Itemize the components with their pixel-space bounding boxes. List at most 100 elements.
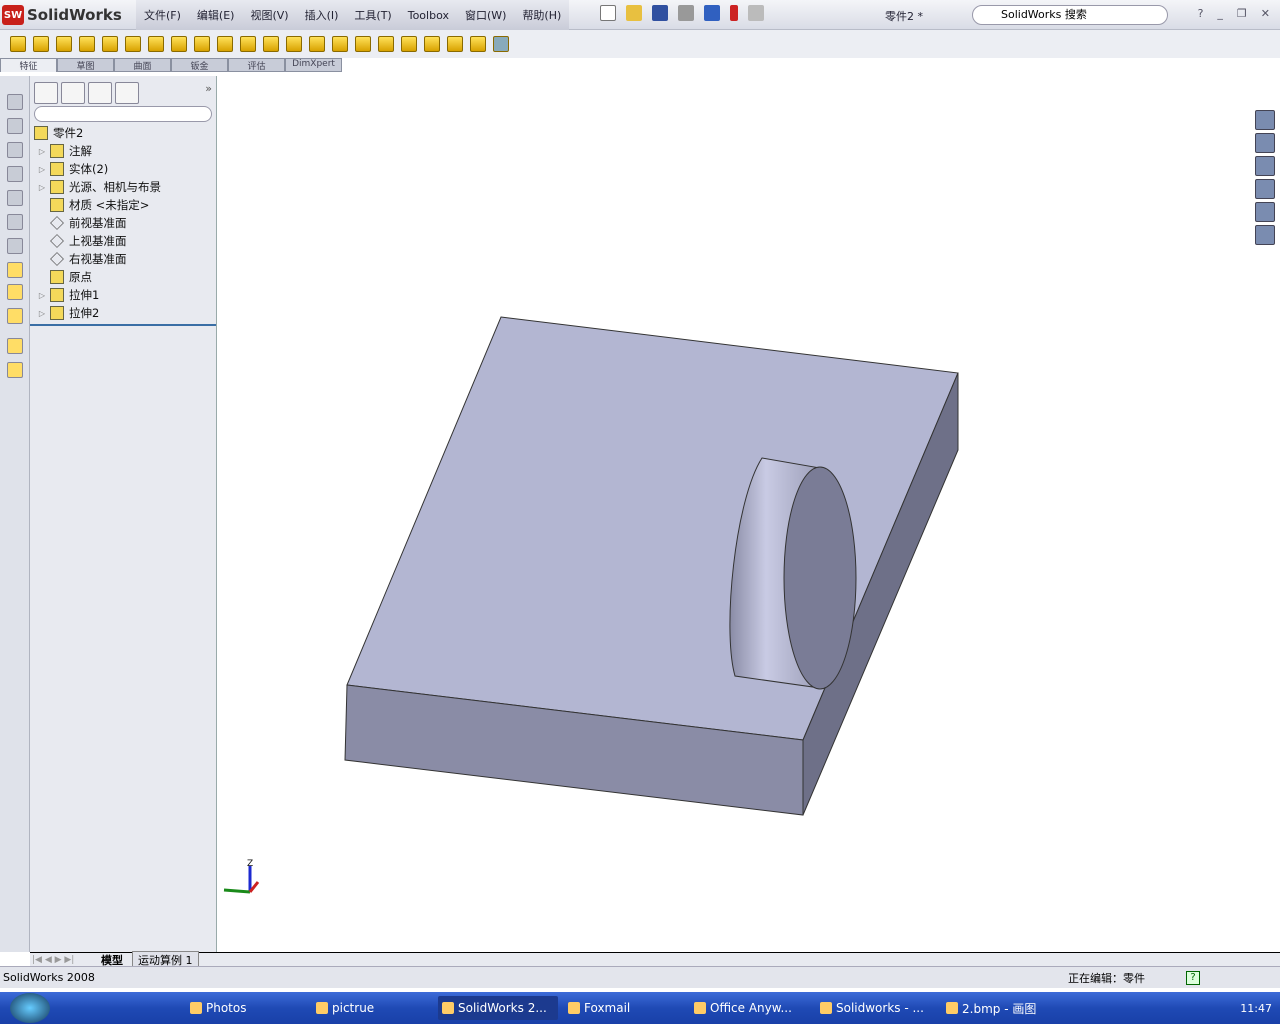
tab-scroll-arrows[interactable]: |◀ ◀ ▶ ▶|	[32, 955, 92, 965]
hole-wizard-icon[interactable]	[125, 36, 141, 52]
view-iso-icon[interactable]	[7, 238, 23, 254]
expand-chevron-icon[interactable]: »	[205, 82, 212, 98]
pattern-icon[interactable]	[263, 36, 279, 52]
extruded-boss-icon[interactable]	[10, 36, 26, 52]
file-explorer-icon[interactable]	[1255, 156, 1275, 176]
swept-cut-icon[interactable]	[171, 36, 187, 52]
menu-insert[interactable]: 插入(I)	[297, 7, 347, 23]
tree-item[interactable]: ▷ 光源、相机与布景	[34, 178, 216, 196]
taskbar-item[interactable]: 2.bmp - 画图	[942, 996, 1062, 1020]
tree-item[interactable]: ▷ 注解	[34, 142, 216, 160]
clock[interactable]: 11:47	[1240, 1002, 1272, 1015]
solidworks-logo[interactable]: SW SolidWorks	[2, 3, 126, 27]
combine-icon[interactable]	[447, 36, 463, 52]
rebuild-icon[interactable]	[730, 5, 738, 21]
revolve-icon[interactable]	[33, 36, 49, 52]
view-front-icon[interactable]	[7, 94, 23, 110]
open-icon[interactable]	[626, 5, 642, 21]
cut-icon[interactable]	[7, 362, 23, 378]
restore-icon[interactable]: ❐	[1237, 7, 1247, 20]
relations-icon[interactable]	[7, 308, 23, 324]
expand-arrow-icon[interactable]: ▷	[34, 147, 50, 156]
tree-item[interactable]: 前视基准面	[34, 214, 216, 232]
instant3d-icon[interactable]	[493, 36, 509, 52]
tab-dimxpert[interactable]: DimXpert	[285, 58, 342, 72]
tree-item[interactable]: 材质 <未指定>	[34, 196, 216, 214]
tab-sketch[interactable]: 草图	[57, 58, 114, 72]
tree-root[interactable]: 零件2	[34, 124, 216, 142]
expand-arrow-icon[interactable]: ▷	[34, 183, 50, 192]
shell-icon[interactable]	[332, 36, 348, 52]
help-icon[interactable]: ?	[1198, 7, 1204, 20]
wrap-icon[interactable]	[355, 36, 371, 52]
tree-item[interactable]: ▷ 拉伸2	[34, 304, 216, 322]
search-results-icon[interactable]	[1255, 179, 1275, 199]
tab-features[interactable]: 特征	[0, 58, 57, 72]
print-icon[interactable]	[678, 5, 694, 21]
dimxpert-manager-tab-icon[interactable]	[115, 82, 139, 104]
tree-item[interactable]: 右视基准面	[34, 250, 216, 268]
menu-tools[interactable]: 工具(T)	[346, 7, 399, 23]
options-icon[interactable]	[748, 5, 764, 21]
appearances-icon[interactable]	[1255, 225, 1275, 245]
taskbar-item[interactable]: pictrue	[312, 996, 432, 1020]
taskbar-item[interactable]: Office Anyw...	[690, 996, 810, 1020]
extruded-cut-icon[interactable]	[102, 36, 118, 52]
view-top-icon[interactable]	[7, 190, 23, 206]
menu-window[interactable]: 窗口(W)	[457, 7, 514, 23]
view-palette-icon[interactable]	[1255, 202, 1275, 222]
menu-file[interactable]: 文件(F)	[136, 7, 189, 23]
start-button[interactable]	[10, 993, 50, 1023]
configuration-manager-tab-icon[interactable]	[88, 82, 112, 104]
view-bottom-icon[interactable]	[7, 214, 23, 230]
view-left-icon[interactable]	[7, 142, 23, 158]
sweep-icon[interactable]	[56, 36, 72, 52]
design-library-icon[interactable]	[1255, 133, 1275, 153]
flex-icon[interactable]	[401, 36, 417, 52]
block-top-face[interactable]	[346, 316, 959, 741]
sketch-icon[interactable]	[7, 262, 23, 278]
view-back-icon[interactable]	[7, 118, 23, 134]
rollback-bar[interactable]	[30, 324, 216, 326]
rib-icon[interactable]	[286, 36, 302, 52]
chamfer-icon[interactable]	[240, 36, 256, 52]
home-icon[interactable]	[1255, 110, 1275, 130]
dome-icon[interactable]	[378, 36, 394, 52]
taskbar-item[interactable]: Photos	[186, 996, 306, 1020]
draft-icon[interactable]	[309, 36, 325, 52]
menu-view[interactable]: 视图(V)	[242, 7, 296, 23]
tree-item[interactable]: 上视基准面	[34, 232, 216, 250]
menu-toolbox[interactable]: Toolbox	[400, 9, 457, 22]
cylinder-end-face[interactable]	[783, 466, 857, 690]
undo-icon[interactable]	[704, 5, 720, 21]
extrude-icon[interactable]	[7, 338, 23, 354]
menu-help[interactable]: 帮助(H)	[514, 7, 569, 23]
tab-evaluate[interactable]: 评估	[228, 58, 285, 72]
tab-surfaces[interactable]: 曲面	[114, 58, 171, 72]
tree-item[interactable]: ▷ 实体(2)	[34, 160, 216, 178]
loft-icon[interactable]	[79, 36, 95, 52]
expand-arrow-icon[interactable]: ▷	[34, 291, 50, 300]
graphics-area[interactable]: Z	[218, 76, 1280, 952]
tree-item[interactable]: 原点	[34, 268, 216, 286]
tree-item[interactable]: ▷ 拉伸1	[34, 286, 216, 304]
smart-dimension-icon[interactable]	[7, 284, 23, 300]
close-icon[interactable]: ✕	[1261, 7, 1270, 20]
revolved-cut-icon[interactable]	[148, 36, 164, 52]
save-icon[interactable]	[652, 5, 668, 21]
view-right-icon[interactable]	[7, 166, 23, 182]
curves-icon[interactable]	[470, 36, 486, 52]
expand-arrow-icon[interactable]: ▷	[34, 309, 50, 318]
taskbar-item[interactable]: Foxmail	[564, 996, 684, 1020]
quick-tips-help-icon[interactable]: ?	[1186, 970, 1200, 985]
search-input[interactable]: SolidWorks 搜索	[972, 5, 1168, 25]
new-icon[interactable]	[600, 5, 616, 21]
tab-sheet-metal[interactable]: 钣金	[171, 58, 228, 72]
minimize-icon[interactable]: _	[1217, 7, 1223, 20]
reference-geometry-icon[interactable]	[424, 36, 440, 52]
taskbar-item[interactable]: SolidWorks 2...	[438, 996, 558, 1020]
fillet-icon[interactable]	[217, 36, 233, 52]
model-view[interactable]: Z	[218, 76, 1280, 952]
menu-edit[interactable]: 编辑(E)	[189, 7, 243, 23]
feature-tree-tab-icon[interactable]	[34, 82, 58, 104]
